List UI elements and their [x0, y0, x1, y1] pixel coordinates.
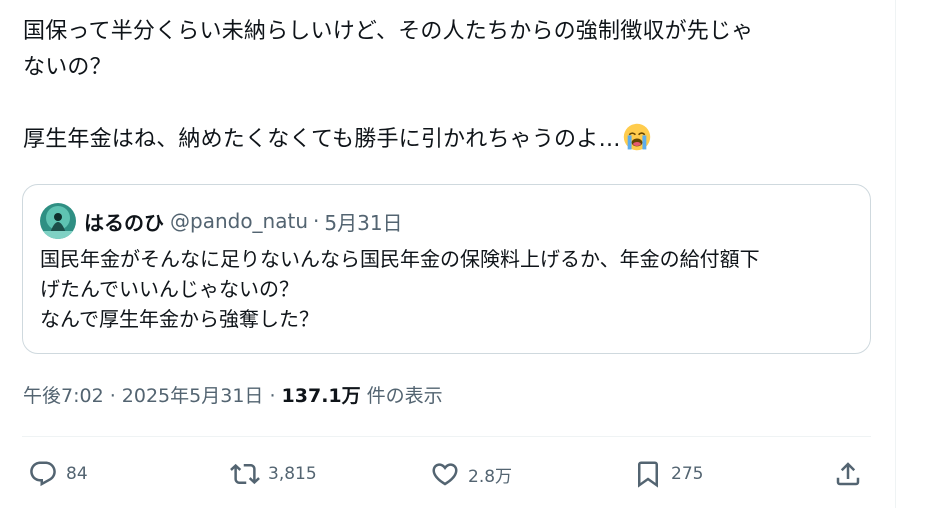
bookmark-icon [638, 461, 658, 488]
quoted-text-line: 国民年金がそんなに足りないんなら国民年金の保険料上げるか、年金の給付額下 [40, 247, 760, 271]
heart-icon [432, 463, 458, 486]
like-count: 2.8万 [468, 466, 513, 487]
reply-button[interactable]: 84 [28, 456, 88, 492]
tweet-timestamp[interactable]: 午後7:02 · 2025年5月31日 · [23, 385, 282, 407]
share-button[interactable] [833, 456, 863, 492]
retweet-button[interactable]: 3,815 [230, 456, 317, 492]
reply-icon [30, 461, 56, 487]
view-count-label[interactable]: 件の表示 [361, 385, 443, 407]
quoted-tweet-text: 国民年金がそんなに足りないんなら国民年金の保険料上げるか、年金の給付額下 げたん… [40, 244, 860, 334]
like-button[interactable]: 2.8万 [430, 456, 512, 492]
retweet-icon [230, 463, 260, 485]
tweet-text-line: 国保って半分くらい未納らしいけど、その人たちからの強制徴収が先じゃ [23, 19, 754, 44]
bookmark-count: 275 [671, 464, 704, 484]
share-icon [836, 462, 860, 486]
avatar-image [40, 203, 76, 239]
loudly-crying-face-icon [623, 123, 650, 151]
retweet-count: 3,815 [268, 464, 317, 484]
tweet-detail: 国保って半分くらい未納らしいけど、その人たちからの強制徴収が先じゃ ないの？ 厚… [0, 0, 936, 508]
tweet-text: 国保って半分くらい未納らしいけど、その人たちからの強制徴収が先じゃ ないの？ 厚… [23, 14, 883, 158]
divider [22, 436, 871, 437]
view-count[interactable]: 137.1万 [282, 385, 361, 407]
separator-dot: · [313, 209, 320, 233]
column-divider [895, 0, 896, 508]
quoted-text-line: なんで厚生年金から強奪した？ [40, 307, 319, 331]
tweet-metadata: 午後7:02 · 2025年5月31日 · 137.1万 件の表示 [23, 381, 443, 411]
quoted-author-name[interactable]: はるのひ [84, 207, 164, 236]
quoted-tweet-card[interactable]: はるのひ @pando_natu · 5月31日 国民年金がそんなに足りないんな… [22, 184, 871, 354]
bookmark-button[interactable]: 275 [633, 456, 703, 492]
quoted-tweet-header: はるのひ @pando_natu · 5月31日 [40, 203, 403, 239]
reply-count: 84 [66, 464, 88, 484]
tweet-text-content: 厚生年金はね、納めたくなくても勝手に引かれちゃうのよ… [23, 127, 621, 152]
quoted-text-line: げたんでいいんじゃないの？ [40, 277, 299, 301]
tweet-text-line: 厚生年金はね、納めたくなくても勝手に引かれちゃうのよ… [23, 122, 883, 158]
quoted-tweet-date[interactable]: 5月31日 [324, 207, 402, 236]
quoted-author-handle[interactable]: @pando_natu [170, 209, 308, 233]
tweet-text-line: ないの？ [23, 55, 112, 80]
avatar[interactable] [40, 203, 76, 239]
